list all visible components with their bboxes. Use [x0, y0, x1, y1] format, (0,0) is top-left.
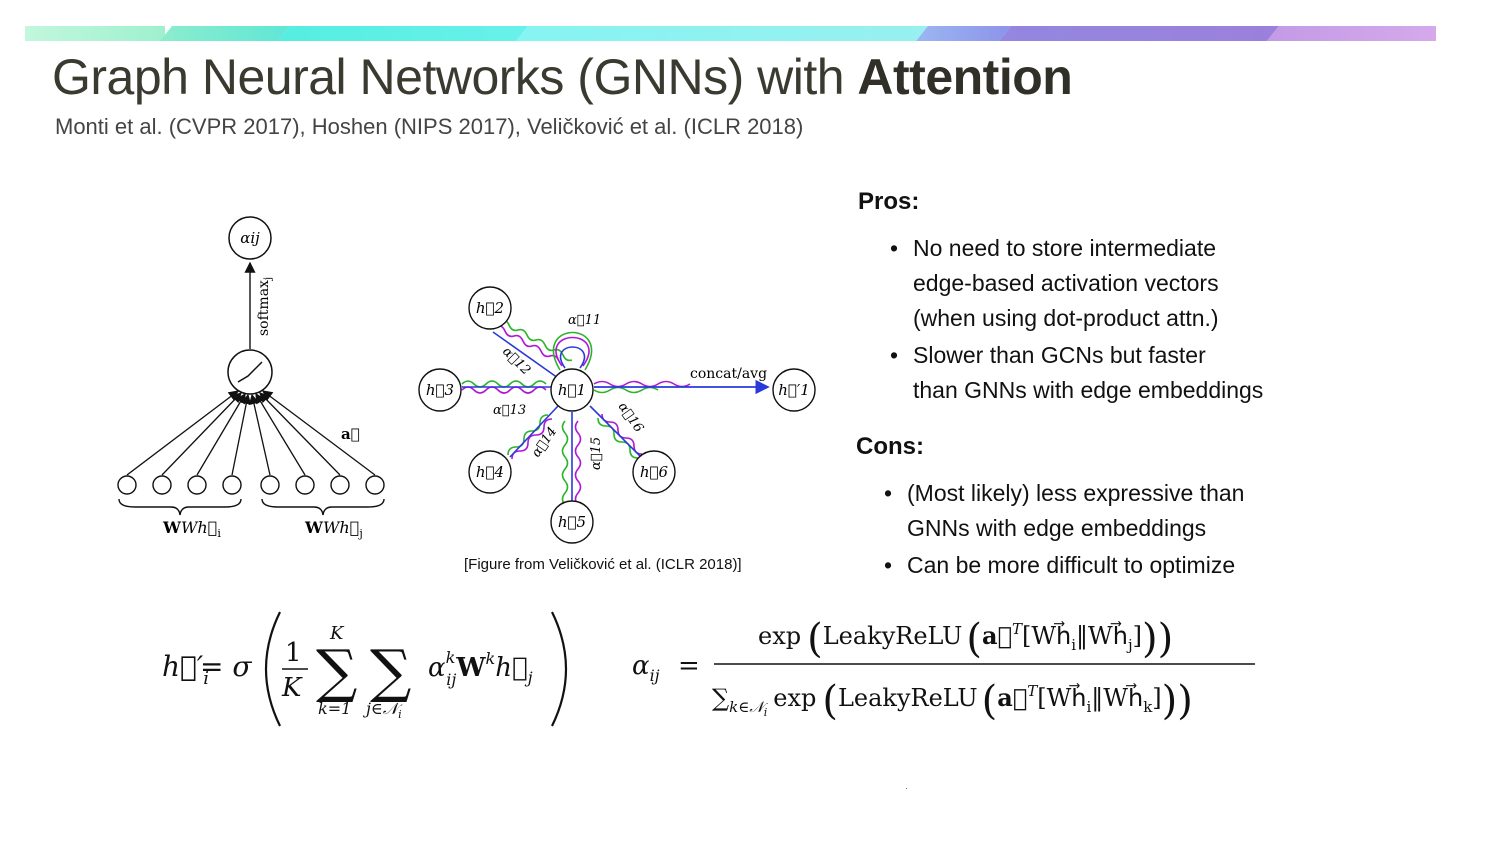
- multihead-equation: h⃗′i = σ 1 K K ∑ k=1 ∑ j∈𝒩i αk ijWkh⃗j: [162, 611, 568, 727]
- svg-text:α⃗12: α⃗12: [499, 344, 533, 378]
- top-bar-segment: [516, 26, 928, 41]
- svg-text:=: =: [678, 651, 700, 681]
- svg-text:α⃗15: α⃗15: [589, 437, 604, 470]
- svg-text:h⃗3: h⃗3: [426, 381, 454, 399]
- attention-mechanism-figure: αij softmaxj a⃗ WWh⃗i WWh⃗j: [117, 216, 385, 540]
- svg-text:1: 1: [285, 638, 302, 668]
- slide-subtitle: Monti et al. (CVPR 2017), Hoshen (NIPS 2…: [55, 114, 804, 139]
- pros-heading: Pros:: [858, 188, 920, 215]
- svg-text:∑: ∑: [370, 637, 411, 705]
- attention-coefficient-equation: αij = exp (LeakyReLU (a⃗T[Wh⃗i‖Wh⃗j])) ∑k∈…: [632, 616, 1255, 724]
- svg-text:h⃗′1: h⃗′1: [778, 381, 810, 399]
- top-bar-segment: [1267, 26, 1436, 41]
- cons-list: (Most likely) less expressive than GNNs …: [872, 476, 1244, 585]
- input-neurons: [117, 475, 385, 495]
- softmax-label: softmaxj: [256, 277, 274, 336]
- left-paren: [264, 611, 281, 727]
- top-bar-segment: [25, 26, 165, 41]
- svg-text:∑: ∑: [316, 637, 357, 705]
- top-bar-segment: [160, 26, 290, 41]
- wh-i-label: WWh⃗i: [162, 518, 221, 540]
- svg-text:= σ: = σ: [200, 650, 252, 683]
- svg-text:h⃗4: h⃗4: [476, 463, 504, 481]
- graph-nodes: [418, 286, 816, 544]
- cons-heading: Cons:: [856, 433, 924, 460]
- svg-text:α⃗16: α⃗16: [615, 400, 646, 436]
- svg-text:j∈𝒩i: j∈𝒩i: [363, 699, 403, 721]
- multihead-attention-figure: h⃗1 h⃗2 h⃗3 h⃗4 h⃗5 h⃗6 h⃗′1 concat/avg …: [418, 286, 816, 544]
- footer-dot: [906, 788, 907, 789]
- svg-text:h⃗5: h⃗5: [558, 513, 586, 531]
- svg-text:α⃗13: α⃗13: [493, 403, 526, 418]
- svg-text:αkijWkh⃗j: αk ijWkh⃗j: [428, 648, 533, 689]
- alpha-node-label: αij: [240, 229, 260, 247]
- figure-caption: [Figure from Veličković et al. (ICLR 201…: [464, 556, 742, 573]
- svg-text:K: K: [281, 673, 303, 703]
- title-bold: Attention: [857, 49, 1073, 105]
- concat-avg-label: concat/avg: [690, 366, 767, 382]
- svg-text:αij: αij: [632, 651, 660, 685]
- wh-j-label: WWh⃗j: [304, 518, 363, 540]
- cons-item: Can be more difficult to optimize: [872, 548, 1244, 583]
- pros-item: No need to store intermediate edge-based…: [878, 231, 1263, 336]
- svg-text:k=1: k=1: [318, 699, 351, 718]
- svg-text:h⃗6: h⃗6: [640, 463, 669, 481]
- svg-text:α⃗14: α⃗14: [529, 425, 560, 461]
- svg-text:∑k∈𝒩iexp(LeakyReLU(a⃗T[Wh⃗i‖W: ∑k∈𝒩iexp (LeakyReLU (a⃗T[Wh⃗i‖Wh⃗k])): [712, 678, 1193, 724]
- cons-item: (Most likely) less expressive than GNNs …: [872, 476, 1244, 546]
- brace-left: [118, 498, 242, 516]
- svg-text:h⃗1: h⃗1: [558, 381, 586, 399]
- top-bar-segment: [278, 26, 528, 41]
- top-bar-segment: [916, 26, 1011, 41]
- right-paren: [551, 611, 568, 727]
- activation-node: [227, 349, 273, 395]
- svg-text:h⃗2: h⃗2: [476, 299, 504, 317]
- top-bar-segment: [999, 26, 1279, 41]
- pros-list: No need to store intermediate edge-based…: [878, 231, 1263, 410]
- pros-item: Slower than GCNs but faster than GNNs wi…: [878, 338, 1263, 408]
- a-vector-label: a⃗: [341, 425, 360, 443]
- title-regular: Graph Neural Networks (GNNs) with: [52, 49, 858, 105]
- graph-node-labels: h⃗1 h⃗2 h⃗3 h⃗4 h⃗5 h⃗6 h⃗′1: [426, 299, 810, 531]
- input-edges: [126, 390, 376, 476]
- svg-text:exp(LeakyReLU(a⃗T[Wh⃗i‖Wh⃗j])): exp (LeakyReLU (a⃗T[Wh⃗i‖Wh⃗j])): [758, 616, 1173, 662]
- slide-title: Graph Neural Networks (GNNs) with Attent…: [52, 48, 1073, 106]
- brace-right: [261, 498, 385, 516]
- svg-text:α⃗11: α⃗11: [568, 313, 601, 328]
